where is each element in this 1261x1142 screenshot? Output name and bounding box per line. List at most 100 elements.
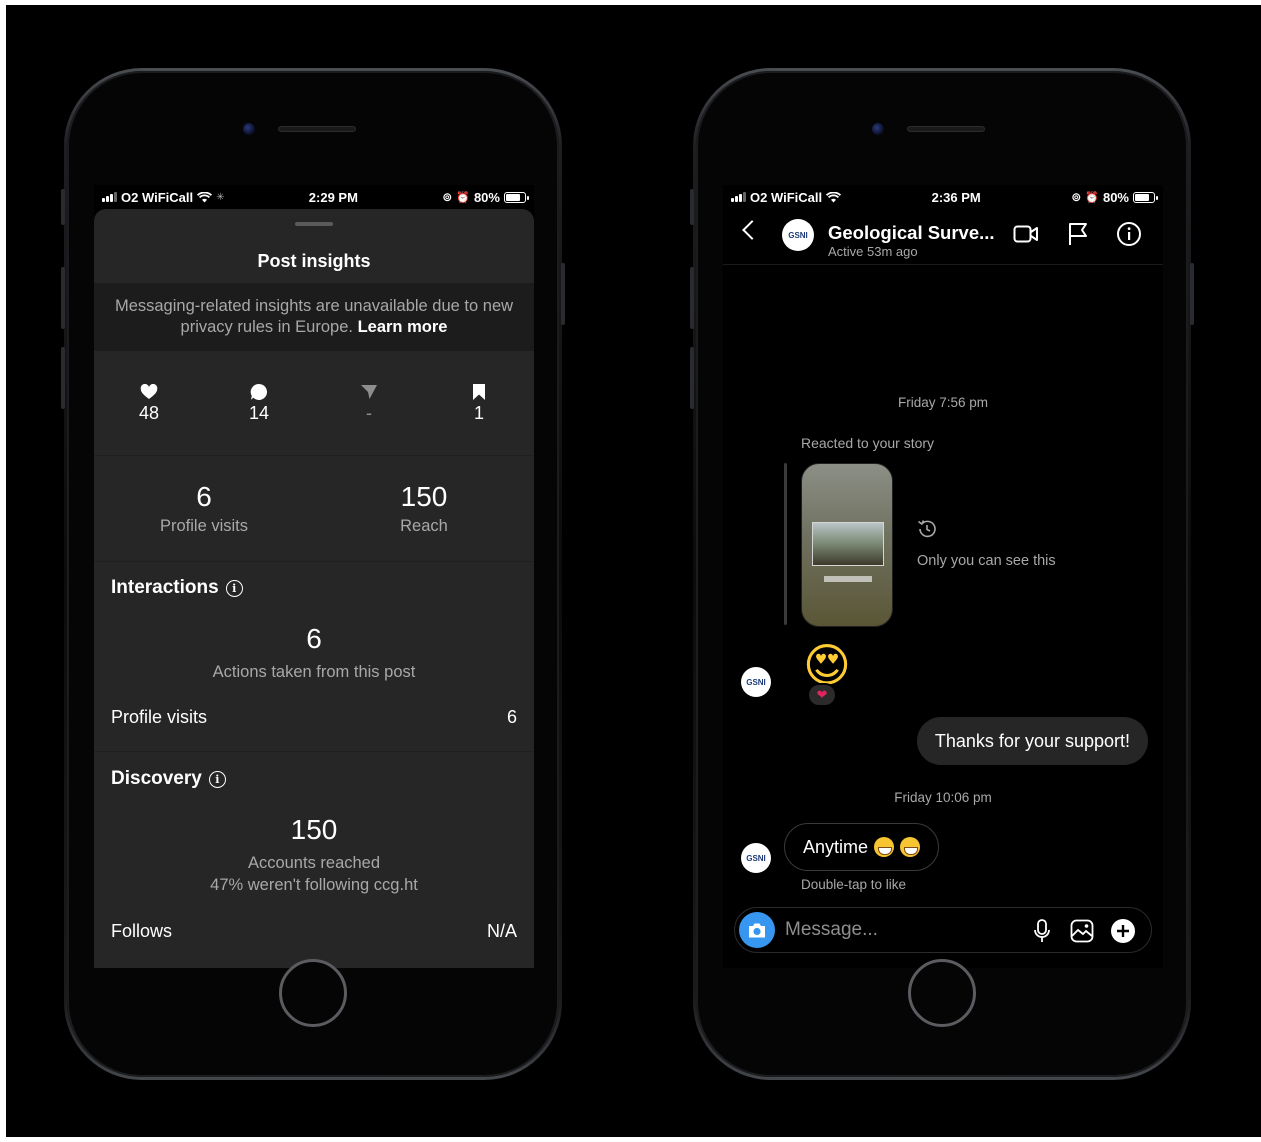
- double-tap-hint: Double-tap to like: [801, 877, 907, 892]
- home-button[interactable]: [908, 959, 976, 1027]
- overview-value: 150: [400, 481, 448, 512]
- chat-header: GSNI Geological Surve... Active 53m ago: [723, 209, 1163, 265]
- info-icon[interactable]: i: [225, 579, 243, 597]
- discovery-sub: 47% weren't following ccg.ht: [210, 876, 418, 894]
- battery-icon: [503, 191, 529, 203]
- mute-switch: [690, 189, 694, 225]
- carrier-label: O2 WiFiCall: [750, 189, 823, 205]
- learn-more-link[interactable]: Learn more: [358, 318, 448, 336]
- camera-button[interactable]: [739, 912, 775, 948]
- front-camera: [872, 123, 884, 135]
- microphone-icon[interactable]: [1029, 918, 1055, 944]
- history-icon: [916, 518, 938, 545]
- status-bar: O2 WiFiCall ✳ 2:29 PM ⊚ ⏰ 80%: [94, 185, 534, 209]
- row-label: Profile visits: [111, 707, 208, 727]
- shares-stat: -: [339, 382, 399, 424]
- mute-switch: [61, 189, 65, 225]
- wifi-icon: [197, 191, 213, 202]
- earpiece-speaker: [907, 126, 985, 132]
- chat-name[interactable]: Geological Surve...: [828, 222, 995, 244]
- bookmark-icon: [449, 382, 509, 402]
- alarm-icon: ⏰: [456, 191, 470, 204]
- battery-percent: 80%: [1102, 189, 1129, 205]
- avatar-logo-text: GSNI: [746, 853, 766, 863]
- signal-icon: [102, 192, 117, 202]
- info-icon[interactable]: [1116, 221, 1142, 247]
- row-label: Follows: [111, 921, 173, 941]
- comments-count: 14: [248, 403, 270, 423]
- signal-icon: [731, 192, 746, 202]
- saves-stat: 1: [449, 382, 509, 424]
- heart-icon: [119, 382, 179, 402]
- story-photo: [812, 522, 884, 566]
- grinning-emoji-icon: [874, 837, 895, 857]
- outgoing-message[interactable]: Thanks for your support!: [916, 717, 1148, 765]
- message-text: Anytime: [803, 836, 869, 857]
- heart-reaction-icon[interactable]: ❤: [807, 683, 837, 707]
- alarm-icon: ⏰: [1085, 191, 1099, 204]
- battery-percent: 80%: [473, 189, 500, 205]
- orientation-lock-icon: ⊚: [1071, 190, 1082, 204]
- divider: [94, 561, 534, 562]
- status-bar: O2 WiFiCall 2:36 PM ⊚ ⏰ 80%: [723, 185, 1163, 209]
- right-phone: O2 WiFiCall 2:36 PM ⊚ ⏰ 80% GSNI Geologi…: [690, 68, 1194, 1080]
- wifi-icon: [826, 191, 842, 202]
- info-icon[interactable]: i: [208, 770, 226, 788]
- interactions-value: 6: [306, 623, 322, 654]
- flag-icon[interactable]: [1065, 221, 1091, 247]
- activity-icon: ✳: [216, 191, 225, 203]
- avatar-logo-text: GSNI: [788, 230, 808, 240]
- overview-label: Profile visits: [159, 517, 249, 535]
- status-time: 2:36 PM: [931, 189, 981, 205]
- reply-bar: [784, 463, 787, 625]
- active-status: Active 53m ago: [828, 244, 918, 259]
- carrier-label: O2 WiFiCall: [121, 189, 194, 205]
- privacy-notice-text: Messaging-related insights are unavailab…: [114, 297, 514, 336]
- back-chevron-icon[interactable]: [742, 220, 762, 240]
- shares-count: -: [366, 403, 372, 423]
- sheet-grabber[interactable]: [295, 222, 333, 226]
- volume-down-button: [690, 347, 694, 409]
- orientation-lock-icon: ⊚: [442, 190, 453, 204]
- video-call-icon[interactable]: [1013, 221, 1039, 247]
- divider: [94, 455, 534, 456]
- incoming-message[interactable]: Anytime: [784, 823, 940, 871]
- discovery-heading: Discovery i: [111, 768, 226, 790]
- message-composer: Message...: [734, 907, 1152, 953]
- gallery-icon[interactable]: [1069, 918, 1095, 944]
- avatar[interactable]: GSNI: [741, 843, 771, 873]
- right-screen: O2 WiFiCall 2:36 PM ⊚ ⏰ 80% GSNI Geologi…: [723, 185, 1163, 968]
- add-icon[interactable]: [1110, 918, 1136, 944]
- message-input[interactable]: Message...: [785, 919, 878, 941]
- likes-stat: 48: [119, 382, 179, 424]
- privacy-note: Only you can see this: [917, 553, 1056, 569]
- sheet-title: Post insights: [257, 251, 371, 271]
- privacy-notice: Messaging-related insights are unavailab…: [94, 283, 534, 351]
- comment-icon: [229, 382, 289, 402]
- avatar-logo-text: GSNI: [746, 677, 766, 687]
- story-sticker: [824, 576, 872, 582]
- overview-value: 6: [196, 481, 212, 512]
- overview-profile-visits: 6 Profile visits: [94, 481, 314, 536]
- volume-up-button: [61, 267, 65, 329]
- earpiece-speaker: [278, 126, 356, 132]
- left-screen: O2 WiFiCall ✳ 2:29 PM ⊚ ⏰ 80% Post insig…: [94, 185, 534, 968]
- story-thumbnail[interactable]: [801, 463, 893, 627]
- discovery-label: Accounts reached: [247, 854, 381, 872]
- camera-icon: [749, 923, 765, 937]
- engagement-row: 48 14 - 1: [94, 382, 534, 432]
- battery-icon: [1133, 191, 1158, 203]
- power-button: [1190, 263, 1194, 325]
- row-value: N/A: [486, 921, 517, 941]
- reacted-label: Reacted to your story: [801, 435, 935, 451]
- avatar[interactable]: GSNI: [741, 667, 771, 697]
- share-icon: [339, 382, 399, 402]
- comments-stat: 14: [229, 382, 289, 424]
- left-phone: O2 WiFiCall ✳ 2:29 PM ⊚ ⏰ 80% Post insig…: [61, 68, 565, 1080]
- saves-count: 1: [473, 403, 484, 423]
- home-button[interactable]: [279, 959, 347, 1027]
- avatar[interactable]: GSNI: [782, 219, 814, 251]
- divider: [94, 751, 534, 752]
- status-time: 2:29 PM: [308, 189, 358, 205]
- interactions-heading: Interactions i: [111, 577, 243, 599]
